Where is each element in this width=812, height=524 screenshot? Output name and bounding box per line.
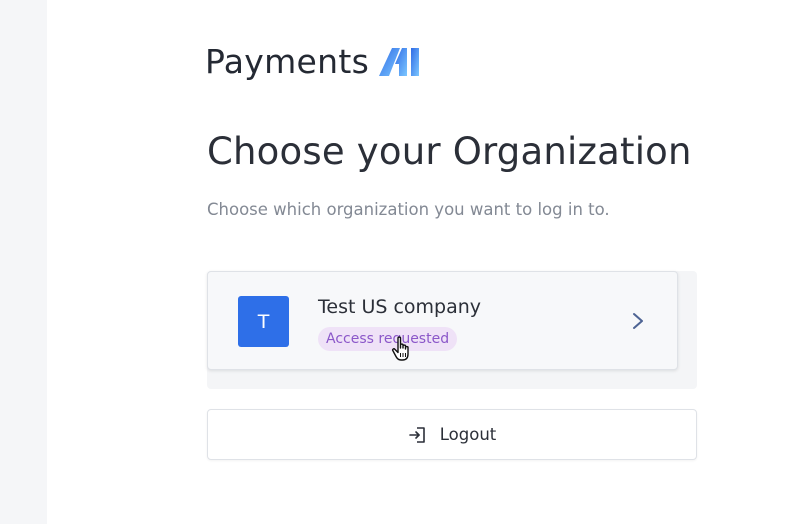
organization-card[interactable]: T Test US company Access requested — [207, 271, 678, 370]
access-status-badge: Access requested — [318, 327, 458, 351]
logout-icon — [408, 426, 425, 443]
chevron-right-icon — [633, 313, 643, 329]
organization-list: T Test US company Access requested — [207, 271, 697, 389]
hand-pointer-cursor-icon — [391, 336, 409, 361]
org-picker: Payments Choose your Organization Choose… — [205, 0, 697, 524]
left-gutter — [0, 0, 47, 524]
logout-label: Logout — [439, 425, 497, 444]
page-subtitle: Choose which organization you want to lo… — [207, 200, 610, 219]
ai-logo-icon — [379, 48, 420, 76]
organization-avatar: T — [238, 296, 289, 347]
brand-logo: Payments — [205, 40, 421, 82]
brand-name: Payments — [205, 41, 370, 81]
organization-name: Test US company — [318, 296, 482, 318]
page-title: Choose your Organization — [207, 130, 692, 173]
logout-button[interactable]: Logout — [207, 409, 697, 460]
